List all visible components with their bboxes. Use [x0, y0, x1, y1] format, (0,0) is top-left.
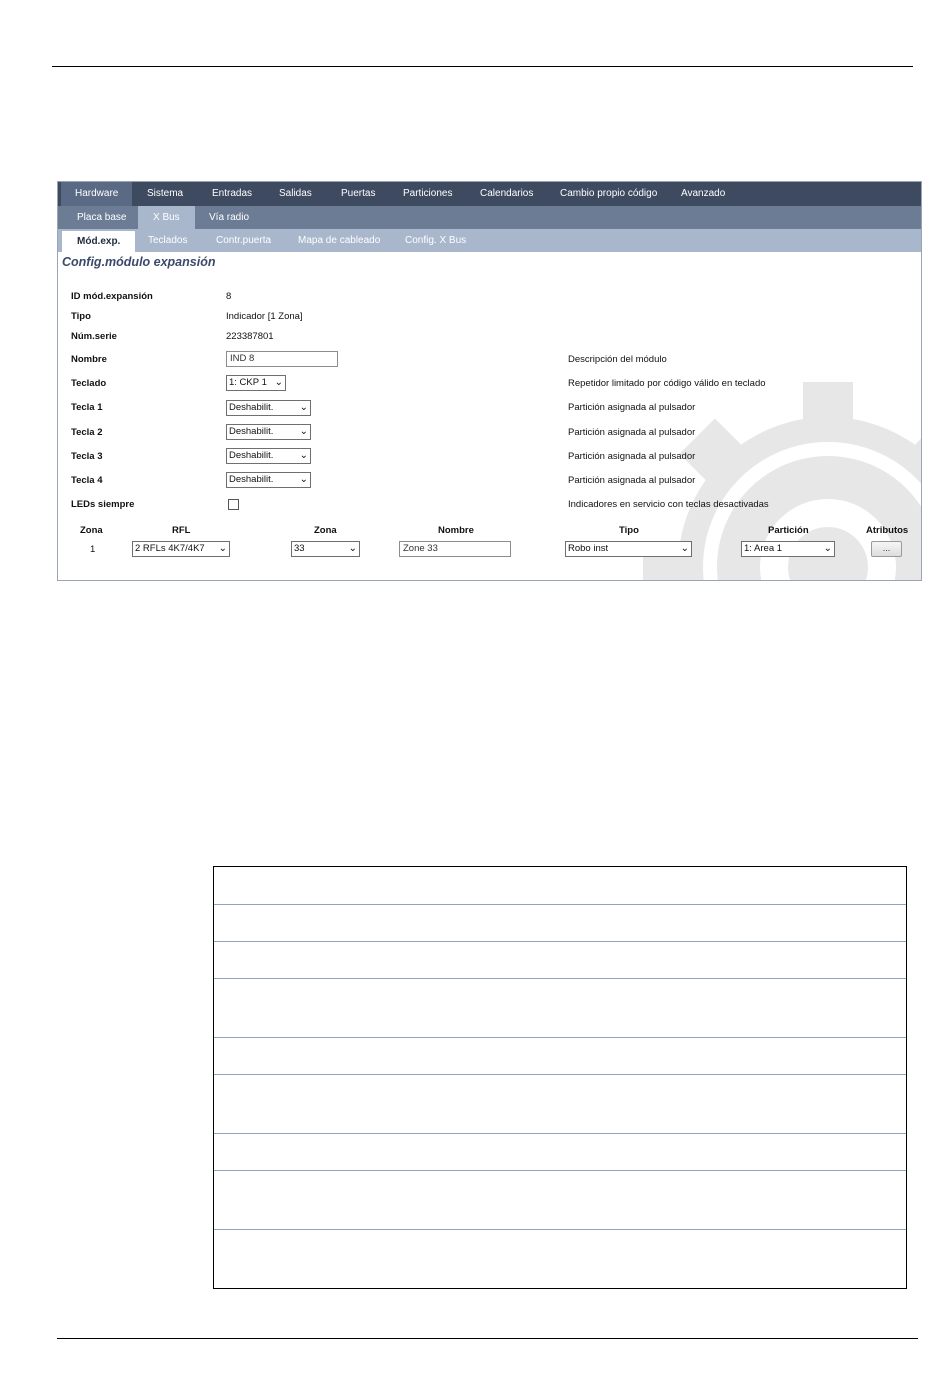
- tab-bar: Mód.exp. Teclados Contr.puerta Mapa de c…: [58, 229, 921, 252]
- chevron-down-icon: ⌄: [299, 474, 308, 485]
- col-header-tipo: Tipo: [619, 525, 639, 536]
- tab-mapa-cableado[interactable]: Mapa de cableado: [298, 229, 380, 252]
- menu-calendarios[interactable]: Calendarios: [480, 182, 533, 206]
- nombre-label: Nombre: [71, 354, 107, 365]
- zona-select[interactable]: 33 ⌄: [291, 541, 360, 557]
- col-header-zona-num: Zona: [314, 525, 337, 536]
- tab-config-x-bus[interactable]: Config. X Bus: [405, 229, 466, 252]
- teclado-select[interactable]: 1: CKP 1 ⌄: [226, 375, 286, 391]
- teclado-select-value: 1: CKP 1: [229, 377, 267, 388]
- chevron-down-icon: ⌄: [299, 426, 308, 437]
- menu-particiones[interactable]: Particiones: [403, 182, 452, 206]
- tecla2-desc: Partición asignada al pulsador: [568, 427, 696, 438]
- tipo-select[interactable]: Robo inst ⌄: [565, 541, 692, 557]
- table-row: [214, 1075, 906, 1134]
- zona-select-value: 33: [294, 543, 305, 554]
- id-value: 8: [226, 291, 232, 302]
- page-top-rule: [52, 66, 913, 67]
- teclado-desc: Repetidor limitado por código válido en …: [568, 378, 766, 389]
- menu-avanzado[interactable]: Avanzado: [681, 182, 725, 206]
- nombre-desc: Descripción del módulo: [568, 354, 667, 365]
- tecla2-select-value: Deshabilit.: [229, 426, 274, 437]
- tecla3-label: Tecla 3: [71, 451, 103, 462]
- tecla1-select-value: Deshabilit.: [229, 402, 274, 413]
- page-title: Config.módulo expansión: [62, 255, 216, 269]
- tecla3-select[interactable]: Deshabilit. ⌄: [226, 448, 311, 464]
- tecla3-desc: Partición asignada al pulsador: [568, 451, 696, 462]
- tecla4-select[interactable]: Deshabilit. ⌄: [226, 472, 311, 488]
- rfl-select-value: 2 RFLs 4K7/4K7: [135, 543, 205, 554]
- chevron-down-icon: ⌄: [299, 402, 308, 413]
- table-row: [214, 867, 906, 905]
- serie-label: Núm.serie: [71, 331, 117, 342]
- tab-contr-puerta[interactable]: Contr.puerta: [216, 229, 271, 252]
- chevron-down-icon: ⌄: [823, 543, 832, 554]
- menu-salidas[interactable]: Salidas: [279, 182, 312, 206]
- tab-mod-exp[interactable]: Mód.exp.: [62, 231, 136, 252]
- table-row: [214, 942, 906, 979]
- col-header-atributos: Atributos: [866, 525, 909, 536]
- serie-value: 223387801: [226, 331, 274, 342]
- tecla4-desc: Partición asignada al pulsador: [568, 475, 696, 486]
- submenu-x-bus[interactable]: X Bus: [138, 206, 195, 229]
- tab-teclados[interactable]: Teclados: [148, 229, 187, 252]
- table-row: [214, 905, 906, 942]
- col-header-zona: Zona: [80, 525, 103, 536]
- id-label: ID mód.expansión: [71, 291, 153, 302]
- rfl-select[interactable]: 2 RFLs 4K7/4K7 ⌄: [132, 541, 230, 557]
- atributos-button[interactable]: ...: [871, 541, 902, 557]
- main-menu-bar: Hardware Sistema Entradas Salidas Puerta…: [58, 182, 921, 206]
- tecla2-label: Tecla 2: [71, 427, 103, 438]
- nombre-input[interactable]: IND 8: [226, 351, 338, 367]
- menu-hardware[interactable]: Hardware: [61, 182, 133, 206]
- tecla3-select-value: Deshabilit.: [229, 450, 274, 461]
- col-header-particion: Partición: [768, 525, 809, 536]
- table-row: [214, 1171, 906, 1230]
- table-row: [214, 979, 906, 1038]
- menu-puertas[interactable]: Puertas: [341, 182, 375, 206]
- table-row: [214, 1134, 906, 1171]
- tipo-label: Tipo: [71, 311, 91, 322]
- particion-select-value: 1: Area 1: [744, 543, 783, 554]
- tecla1-label: Tecla 1: [71, 402, 103, 413]
- menu-entradas[interactable]: Entradas: [212, 182, 252, 206]
- tecla4-label: Tecla 4: [71, 475, 103, 486]
- chevron-down-icon: ⌄: [218, 543, 227, 554]
- table-row: [214, 1038, 906, 1075]
- zone-name-input[interactable]: Zone 33: [399, 541, 511, 557]
- teclado-label: Teclado: [71, 378, 107, 389]
- tecla1-select[interactable]: Deshabilit. ⌄: [226, 400, 311, 416]
- config-screenshot: Hardware Sistema Entradas Salidas Puerta…: [57, 181, 922, 581]
- sub-menu-bar: Placa base X Bus Vía radio: [58, 206, 921, 229]
- tipo-select-value: Robo inst: [568, 543, 609, 554]
- menu-sistema[interactable]: Sistema: [147, 182, 183, 206]
- empty-parameter-table: [213, 866, 907, 1289]
- leds-checkbox[interactable]: [228, 499, 239, 510]
- col-header-rfl: RFL: [172, 525, 191, 536]
- col-header-nombre: Nombre: [438, 525, 474, 536]
- tecla1-desc: Partición asignada al pulsador: [568, 402, 696, 413]
- chevron-down-icon: ⌄: [274, 377, 283, 388]
- chevron-down-icon: ⌄: [299, 450, 308, 461]
- particion-select[interactable]: 1: Area 1 ⌄: [741, 541, 835, 557]
- page-bottom-rule: [57, 1338, 918, 1339]
- leds-label: LEDs siempre: [71, 499, 135, 510]
- menu-cambio-codigo[interactable]: Cambio propio código: [560, 182, 657, 206]
- table-row: [214, 1230, 906, 1288]
- chevron-down-icon: ⌄: [680, 543, 689, 554]
- tipo-value: Indicador [1 Zona]: [226, 311, 303, 322]
- tecla2-select[interactable]: Deshabilit. ⌄: [226, 424, 311, 440]
- tecla4-select-value: Deshabilit.: [229, 474, 274, 485]
- submenu-placa-base[interactable]: Placa base: [77, 206, 126, 229]
- zone-row-number: 1: [90, 544, 96, 555]
- chevron-down-icon: ⌄: [348, 543, 357, 554]
- submenu-via-radio[interactable]: Vía radio: [209, 206, 249, 229]
- leds-desc: Indicadores en servicio con teclas desac…: [568, 499, 769, 510]
